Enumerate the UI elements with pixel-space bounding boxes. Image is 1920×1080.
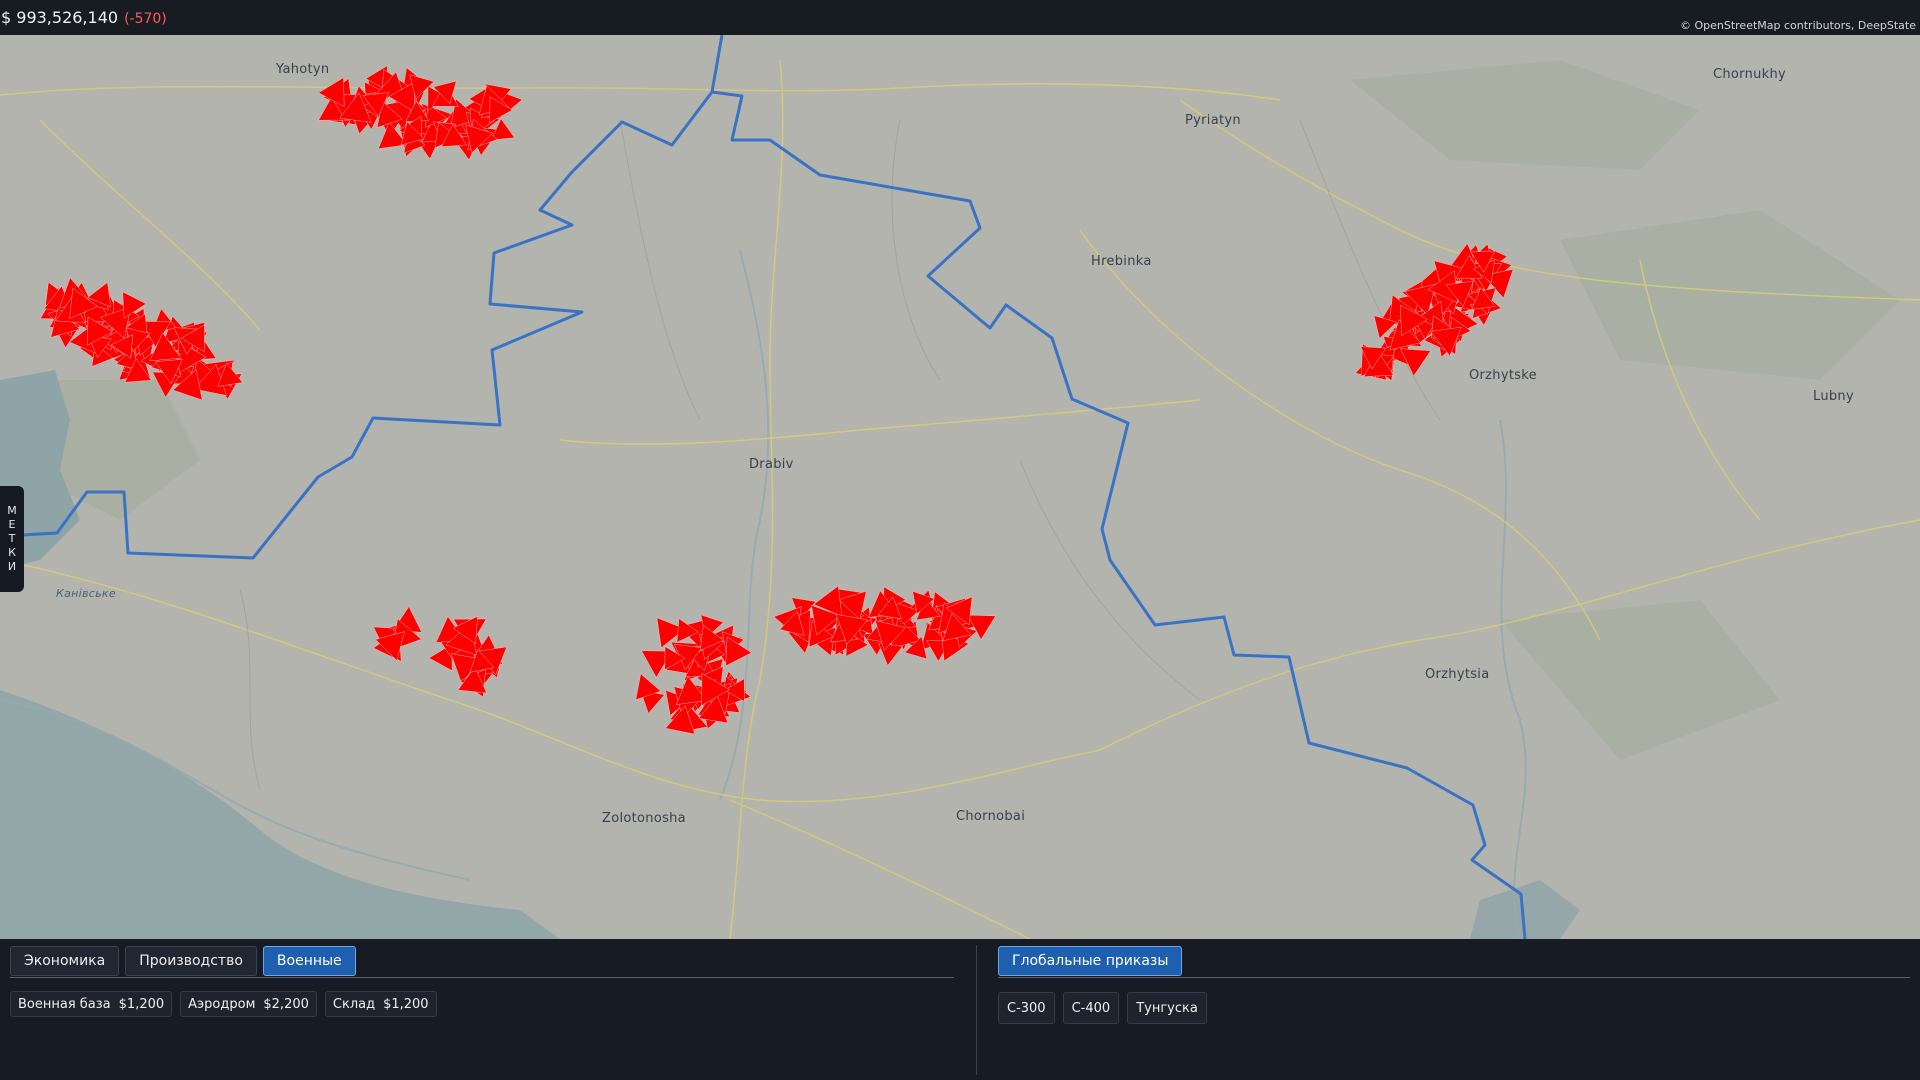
orders-tabs: Глобальные приказы xyxy=(998,946,1183,976)
place-label: Pyriatyn xyxy=(1185,113,1241,128)
orders-underline xyxy=(998,977,1910,978)
tab-production[interactable]: Производство xyxy=(125,946,257,976)
money-value: $ 993,526,140 xyxy=(1,8,119,27)
place-label: Zolotonosha xyxy=(602,811,686,826)
item-name: Военная база xyxy=(18,996,111,1012)
place-label: Orzhytsia xyxy=(1425,667,1490,682)
tabs-underline xyxy=(10,977,954,978)
order-s400-button[interactable]: С-400 xyxy=(1062,992,1120,1024)
category-tabs: Экономика Производство Военные xyxy=(10,946,356,976)
build-military-base-button[interactable]: Военная база $1,200 xyxy=(10,991,173,1017)
place-label: Lubny xyxy=(1813,389,1854,404)
place-label: Drabiv xyxy=(749,457,794,472)
item-price: $2,200 xyxy=(263,996,309,1012)
place-label: Orzhytske xyxy=(1469,368,1537,383)
money-delta: (-570) xyxy=(124,11,167,27)
order-s300-button[interactable]: С-300 xyxy=(998,992,1055,1024)
order-tunguska-button[interactable]: Тунгуска xyxy=(1127,992,1207,1024)
map-view[interactable]: Yahotyn Pyriatyn Chornukhy Hrebinka Orzh… xyxy=(0,35,1920,939)
place-label: Hrebinka xyxy=(1091,254,1152,269)
order-items: С-300 С-400 Тунгуска xyxy=(998,992,1207,1024)
item-price: $1,200 xyxy=(383,996,429,1012)
item-name: Аэродром xyxy=(188,996,256,1012)
place-label: Канівське xyxy=(56,587,116,600)
map-attribution: © OpenStreetMap contributors, DeepState xyxy=(1679,19,1916,32)
map-canvas xyxy=(0,35,1920,939)
place-label: Yahotyn xyxy=(276,62,330,77)
build-warehouse-button[interactable]: Склад $1,200 xyxy=(324,991,437,1017)
tab-military[interactable]: Военные xyxy=(262,946,356,976)
tab-global-orders[interactable]: Глобальные приказы xyxy=(998,946,1183,976)
top-bar: $ 993,526,140 (-570) © OpenStreetMap cont… xyxy=(0,0,1920,36)
side-tab-label: МЕТКИ xyxy=(5,504,19,574)
build-items: Военная база $1,200 Аэродром $2,200 Склад $… xyxy=(10,991,437,1017)
bottom-panel: Экономика Производство Военные Военная б… xyxy=(0,939,1920,1080)
panel-divider xyxy=(976,945,977,1075)
tab-economy[interactable]: Экономика xyxy=(10,946,120,976)
item-name: Склад xyxy=(332,996,376,1012)
money-display: $ 993,526,140 (-570) xyxy=(1,8,167,27)
build-airfield-button[interactable]: Аэродром $2,200 xyxy=(180,991,317,1017)
place-label: Chornobai xyxy=(956,809,1026,824)
place-label: Chornukhy xyxy=(1713,67,1787,82)
labels-side-tab[interactable]: МЕТКИ xyxy=(0,486,24,592)
item-price: $1,200 xyxy=(118,996,165,1012)
